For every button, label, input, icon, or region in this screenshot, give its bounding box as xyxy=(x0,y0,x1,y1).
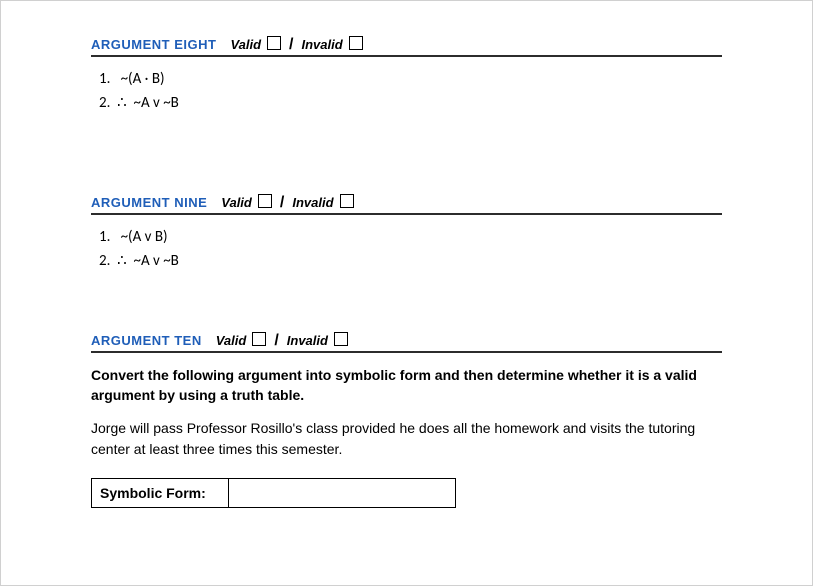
premise-list: 1. ~(A · B) 2. ∴ ~A v ~B xyxy=(99,67,722,115)
validity-group: Valid / Invalid xyxy=(230,35,362,53)
separator-slash: / xyxy=(272,333,280,349)
premise-list: 1. ~(A v B) 2. ∴ ~A v ~B xyxy=(99,225,722,273)
valid-checkbox[interactable] xyxy=(252,332,266,346)
symbolic-form-value[interactable] xyxy=(229,478,456,507)
invalid-label: Invalid xyxy=(287,333,328,348)
invalid-checkbox[interactable] xyxy=(340,194,354,208)
premise-line: 1. ~(A v B) xyxy=(99,225,722,249)
valid-checkbox[interactable] xyxy=(258,194,272,208)
argument-title: ARGUMENT NINE xyxy=(91,195,207,210)
argument-nine-section: ARGUMENT NINE Valid / Invalid 1. ~(A v B… xyxy=(91,193,722,273)
valid-checkbox[interactable] xyxy=(267,36,281,50)
section-header: ARGUMENT TEN Valid / Invalid xyxy=(91,331,722,353)
section-header: ARGUMENT EIGHT Valid / Invalid xyxy=(91,35,722,57)
section-header: ARGUMENT NINE Valid / Invalid xyxy=(91,193,722,215)
argument-ten-section: ARGUMENT TEN Valid / Invalid Convert the… xyxy=(91,331,722,508)
invalid-checkbox[interactable] xyxy=(349,36,363,50)
invalid-checkbox[interactable] xyxy=(334,332,348,346)
argument-title: ARGUMENT EIGHT xyxy=(91,37,216,52)
instructions-text: Convert the following argument into symb… xyxy=(91,365,722,406)
premise-line: 2. ∴ ~A v ~B xyxy=(99,91,722,115)
premise-line: 2. ∴ ~A v ~B xyxy=(99,249,722,273)
argument-eight-section: ARGUMENT EIGHT Valid / Invalid 1. ~(A · … xyxy=(91,35,722,115)
symbolic-form-label: Symbolic Form: xyxy=(92,478,229,507)
invalid-label: Invalid xyxy=(302,37,343,52)
separator-slash: / xyxy=(278,195,286,211)
argument-body-text: Jorge will pass Professor Rosillo's clas… xyxy=(91,418,722,460)
separator-slash: / xyxy=(287,37,295,53)
valid-label: Valid xyxy=(221,195,252,210)
valid-label: Valid xyxy=(230,37,261,52)
invalid-label: Invalid xyxy=(292,195,333,210)
premise-line: 1. ~(A · B) xyxy=(99,67,722,91)
symbolic-form-table: Symbolic Form: xyxy=(91,478,456,508)
valid-label: Valid xyxy=(216,333,247,348)
validity-group: Valid / Invalid xyxy=(221,193,353,211)
validity-group: Valid / Invalid xyxy=(216,331,348,349)
argument-title: ARGUMENT TEN xyxy=(91,333,202,348)
